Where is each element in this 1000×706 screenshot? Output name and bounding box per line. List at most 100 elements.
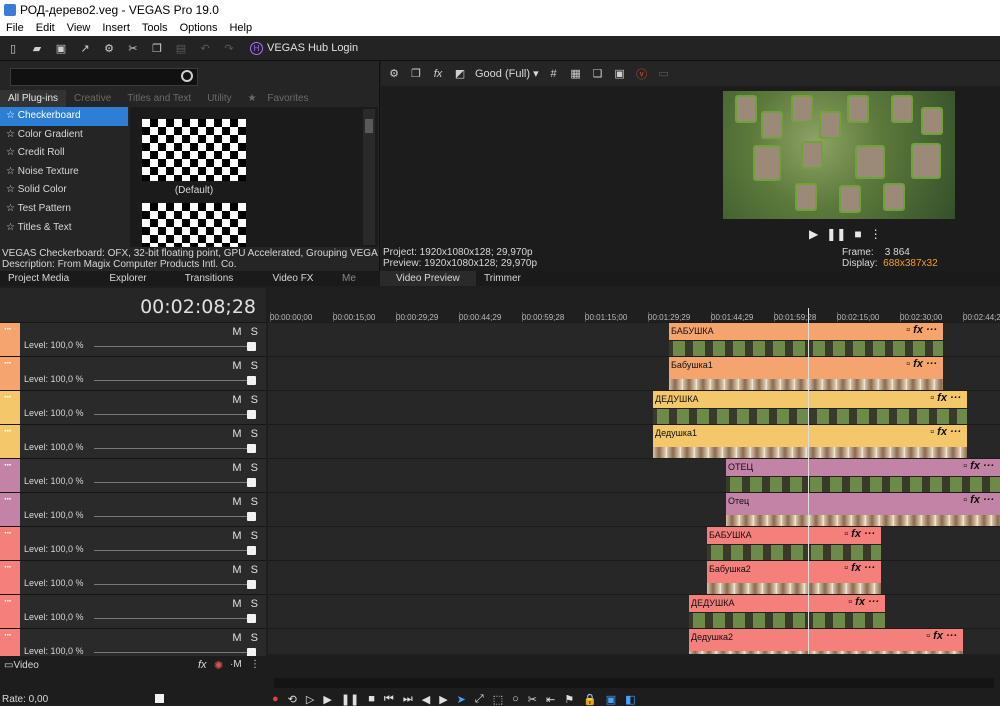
track-header[interactable]: ··· M S Level: 100,0 % (0, 492, 266, 526)
timeline-lane[interactable]: Бабушка2 ▫ fx ··· (268, 560, 1000, 594)
plugin-item-credit-roll[interactable]: ☆ Credit Roll (0, 144, 128, 163)
mute-solo-buttons[interactable]: M S (232, 428, 258, 440)
timeline-area[interactable]: 00:00:00;00 00:00:15;00 00:00:29;29 00:00:4… (268, 288, 1000, 654)
timeline-lane[interactable]: Отец ▫ fx ··· (268, 492, 1000, 526)
export-icon[interactable]: ↗ (78, 41, 92, 55)
mute-solo-buttons[interactable]: M S (232, 632, 258, 644)
timeline-clip[interactable]: Дедушка1 ▫ fx ··· (653, 425, 967, 458)
tab-video-preview[interactable]: Video Preview ☐ ✕ (380, 271, 476, 299)
envelope-tool-icon[interactable]: ⤢ (475, 693, 484, 706)
mute-solo-buttons[interactable]: M S (232, 394, 258, 406)
gear-icon[interactable]: ⚙ (387, 67, 401, 81)
menu-insert[interactable]: Insert (96, 22, 136, 34)
plugin-item-titles-text[interactable]: ☆ Titles & Text (0, 219, 128, 238)
mute-button[interactable]: M (232, 496, 241, 508)
timeline-lane[interactable]: Бабушка1 ▫ fx ··· (268, 356, 1000, 390)
auto-ripple-icon[interactable]: ◧ (625, 693, 635, 706)
clip-fx-icon[interactable]: ▫ fx ··· (963, 460, 994, 472)
plugin-item-noise-texture[interactable]: ☆ Noise Texture (0, 163, 128, 182)
clip-fx-icon[interactable]: ▫ fx ··· (963, 494, 994, 506)
mute-solo-buttons[interactable]: M S (232, 326, 258, 338)
track-header[interactable]: ··· M S Level: 100,0 % (0, 356, 266, 390)
mute-button[interactable]: M (232, 530, 241, 542)
clip-fx-icon[interactable]: ▫ fx ··· (848, 596, 879, 608)
time-ruler[interactable]: 00:00:00;00 00:00:15;00 00:00:29;29 00:00:4… (268, 288, 1000, 322)
level-slider-knob[interactable] (247, 478, 256, 487)
vegas-icon[interactable]: ⓥ (635, 67, 649, 81)
preset-scrollbar[interactable] (363, 109, 375, 245)
tab-explorer[interactable]: Explorer (90, 271, 166, 286)
save-snapshot-icon[interactable]: ▣ (613, 67, 627, 81)
menu-options[interactable]: Options (174, 22, 224, 34)
bus-fx-icon[interactable]: fx (198, 659, 207, 671)
fx-icon[interactable]: fx (431, 67, 445, 81)
timeline-clip[interactable]: БАБУШКА ▫ fx ··· (707, 527, 881, 560)
clip-fx-icon[interactable]: ▫ fx ··· (930, 426, 961, 438)
tab-trimmer[interactable]: Trimmer (476, 271, 536, 286)
track-menu-icon[interactable]: ··· (4, 528, 12, 539)
mute-button[interactable]: M (232, 632, 241, 644)
solo-button[interactable]: S (251, 496, 258, 508)
mute-button[interactable]: M (232, 598, 241, 610)
menu-help[interactable]: Help (223, 22, 258, 34)
track-menu-icon[interactable]: ··· (4, 392, 12, 403)
timeline-clip[interactable]: Бабушка2 ▫ fx ··· (707, 561, 881, 594)
tab-titles-and-text[interactable]: Titles and Text (119, 90, 199, 107)
play-icon[interactable]: ▶ (323, 693, 331, 706)
mute-button[interactable]: M (232, 462, 241, 474)
timeline-lane[interactable]: ДЕДУШКА ▫ fx ··· (268, 390, 1000, 424)
clip-fx-icon[interactable]: ▫ fx ··· (844, 528, 875, 540)
level-slider[interactable] (94, 414, 254, 415)
quality-dropdown[interactable]: Good (Full) ▾ (475, 67, 539, 80)
tab-favorites[interactable]: ★ Favorites (240, 90, 325, 107)
level-slider-knob[interactable] (247, 512, 256, 521)
copy-icon[interactable]: ❐ (150, 41, 164, 55)
mute-button[interactable]: M (232, 326, 241, 338)
menu-tools[interactable]: Tools (136, 22, 174, 34)
plugin-item-checkerboard[interactable]: ☆ Checkerboard (0, 107, 128, 126)
bus-settings-icon[interactable]: ✺ (214, 659, 223, 672)
clip-fx-icon[interactable]: ▫ fx ··· (926, 630, 957, 642)
solo-button[interactable]: S (251, 462, 258, 474)
save-icon[interactable]: ▣ (54, 41, 68, 55)
pause-icon[interactable]: ❚❚ (826, 227, 846, 241)
level-slider[interactable] (94, 482, 254, 483)
timeline-clip[interactable]: ОТЕЦ ▫ fx ··· (726, 459, 1000, 492)
record-icon[interactable]: ● (272, 693, 279, 706)
selection-tool-icon[interactable]: ⬚ (493, 693, 503, 706)
solo-button[interactable]: S (251, 326, 258, 338)
normal-edit-tool-icon[interactable]: ➤ (457, 693, 466, 706)
stop-icon[interactable]: ■ (854, 227, 861, 241)
timeline-clip[interactable]: Дедушка2 ▫ fx ··· (689, 629, 963, 654)
go-to-end-icon[interactable]: ⏭ (403, 693, 413, 706)
mute-solo-buttons[interactable]: M S (232, 462, 258, 474)
timeline-lane[interactable]: БАБУШКА ▫ fx ··· (268, 526, 1000, 560)
timeline-clip[interactable]: ДЕДУШКА ▫ fx ··· (653, 391, 967, 424)
solo-button[interactable]: S (251, 394, 258, 406)
redo-icon[interactable]: ↷ (222, 41, 236, 55)
bus-more-icon[interactable]: ⋮ (250, 659, 260, 670)
mute-solo-buttons[interactable]: M S (232, 496, 258, 508)
trim-icon[interactable]: ⇤ (546, 693, 555, 706)
timeline-lane[interactable]: Дедушка1 ▫ fx ··· (268, 424, 1000, 458)
mute-solo-buttons[interactable]: M S (232, 598, 258, 610)
track-header[interactable]: ··· M S Level: 100,0 % (0, 458, 266, 492)
mute-button[interactable]: M (232, 394, 241, 406)
level-slider-knob[interactable] (247, 444, 256, 453)
external-monitor-icon[interactable]: ▭ (657, 67, 671, 81)
copy-frame-icon[interactable]: ❏ (591, 67, 605, 81)
bus-mute-icon[interactable]: ·M (230, 659, 242, 670)
open-folder-icon[interactable]: ▰ (30, 41, 44, 55)
menu-view[interactable]: View (61, 22, 97, 34)
zoom-tool-icon[interactable]: ○ (512, 693, 519, 706)
new-file-icon[interactable]: ▯ (6, 41, 20, 55)
preview-mode-icon[interactable]: ◩ (453, 67, 467, 81)
track-header[interactable]: ··· M S Level: 100,0 % (0, 322, 266, 356)
rate-slider-knob[interactable] (155, 694, 164, 703)
mute-button[interactable]: M (232, 428, 241, 440)
level-slider-knob[interactable] (247, 546, 256, 555)
timeline-clip[interactable]: ДЕДУШКА ▫ fx ··· (689, 595, 885, 628)
track-menu-icon[interactable]: ··· (4, 596, 12, 607)
cut-icon[interactable]: ✂ (126, 41, 140, 55)
level-slider[interactable] (94, 652, 254, 653)
